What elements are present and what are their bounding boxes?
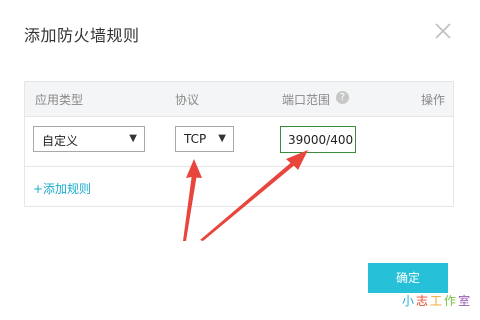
annotation-arrows — [183, 150, 308, 241]
watermark-char: 室 — [458, 294, 473, 308]
annotation-arrow-protocol — [183, 159, 202, 241]
firewall-rule-dialog: 添加防火墙规则 应用类型 协议 端口范围 ? 操作 自定义 ▼ TCP ▼ 39… — [0, 0, 480, 320]
watermark-char: 小 — [402, 294, 417, 308]
watermark: 小志工作室 — [402, 292, 472, 309]
watermark-char: 作 — [444, 294, 459, 308]
watermark-char: 工 — [430, 294, 445, 308]
annotation-arrow-port — [200, 150, 308, 241]
watermark-char: 志 — [416, 294, 431, 308]
